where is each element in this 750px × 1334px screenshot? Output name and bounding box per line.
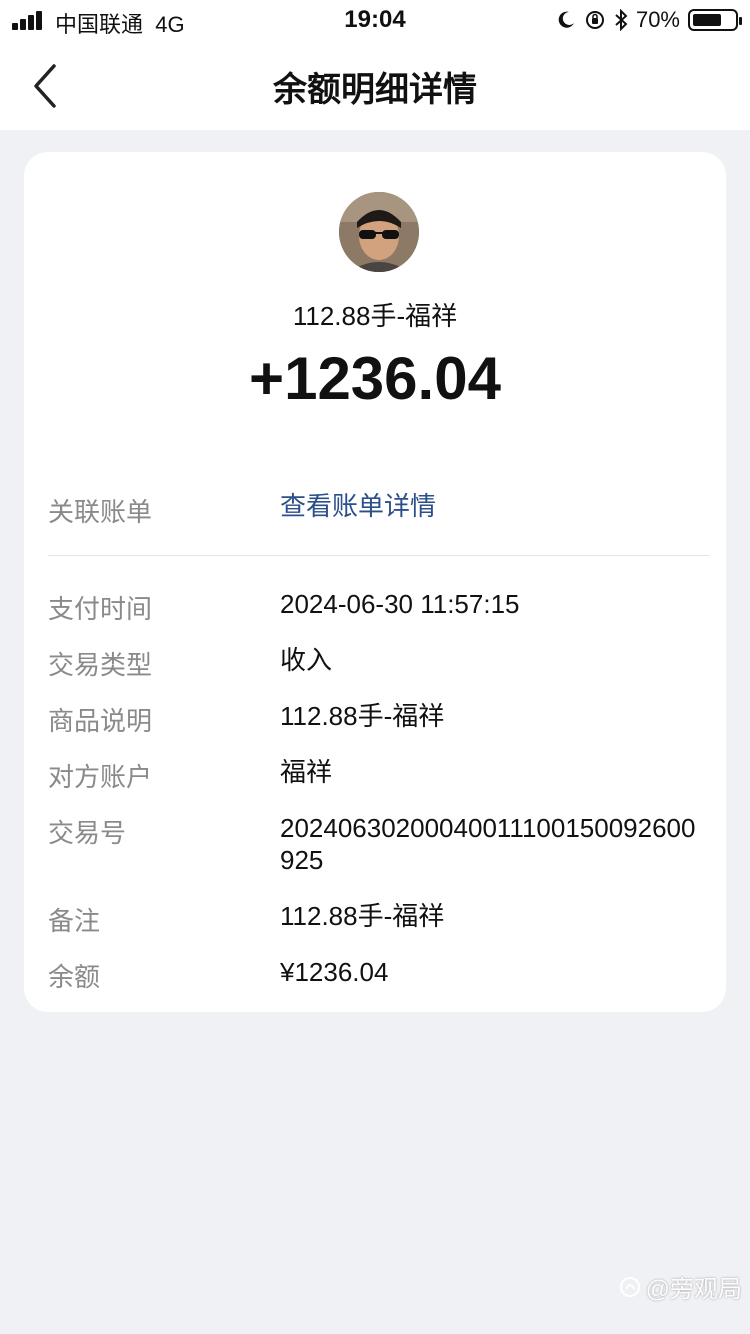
view-bill-details-link[interactable]: 查看账单详情 [280,490,700,522]
avatar [339,192,419,272]
detail-value-balance: ¥1236.04 [280,957,389,987]
nav-bar: 余额明细详情 [0,40,750,130]
moon-icon [556,10,576,30]
watermark-logo-icon [619,1276,640,1297]
transaction-card: 112.88手-福祥 +1236.04 关联账单 查看账单详情 支付时间 202… [24,152,726,1012]
page-title: 余额明细详情 [273,71,477,109]
detail-value-counterparty-account: 福祥 [280,757,333,787]
divider [48,555,710,556]
detail-value-payment-time: 2024-06-30 11:57:15 [280,589,520,619]
detail-value-product-description: 112.88手-福祥 [280,701,445,731]
watermark-text: @旁观局 [645,1276,742,1303]
linked-bill-label: 关联账单 [48,497,153,527]
detail-value-transaction-type: 收入 [280,645,333,675]
detail-label-balance: 余额 [48,962,101,992]
watermark: @旁观局 [618,1269,742,1304]
merchant-name: 112.88手-福祥 [292,301,458,331]
battery-fill [693,14,721,26]
status-bar: 中国联通 4G 19:04 70% [0,0,750,40]
status-icons: 70% [556,6,742,34]
battery-icon [688,9,742,31]
detail-label-remark: 备注 [48,906,101,936]
detail-label-counterparty-account: 对方账户 [48,762,153,792]
detail-label-product-description: 商品说明 [48,706,153,736]
detail-label-payment-time: 支付时间 [48,594,153,624]
orientation-lock-icon [584,9,606,31]
detail-label-transaction-type: 交易类型 [48,650,153,680]
bluetooth-icon [614,9,628,31]
detail-label-transaction-number: 交易号 [48,818,127,848]
detail-value-remark: 112.88手-福祥 [280,901,445,931]
transaction-amount: +1236.04 [249,345,501,412]
battery-percent: 70% [635,7,680,32]
detail-value-transaction-number: 20240630200040011100150092600925 [280,813,696,875]
